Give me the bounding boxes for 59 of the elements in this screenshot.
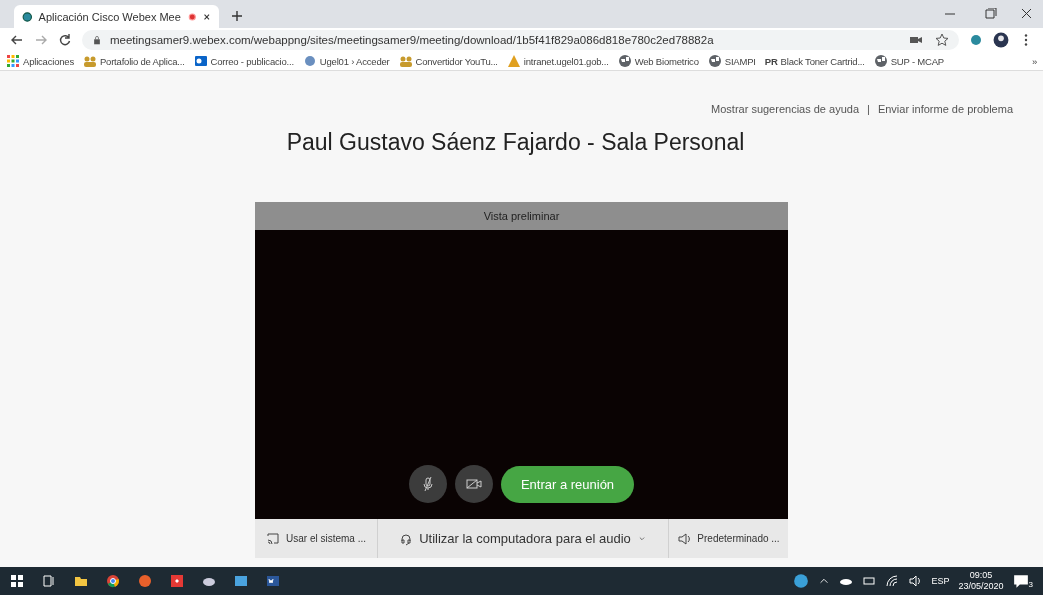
camera-button[interactable]	[454, 465, 493, 503]
url-text: meetingsamer9.webex.com/webappng/sites/meetingsamer9/meeting/download/1b5f41f829a086d818e780c2ed78882a	[110, 34, 714, 46]
bookmark-link[interactable]: Correo - publicacio...	[210, 55, 294, 67]
speaker-option[interactable]: Predeterminado ...	[668, 519, 788, 558]
bookmark-link[interactable]: Web Biometrico	[634, 55, 699, 67]
bookmark-link[interactable]: intranet.ugel01.gob...	[523, 55, 609, 67]
star-icon	[935, 33, 949, 47]
page-title: Paul Gustavo Sáenz Fajardo - Sala Personal	[286, 129, 745, 156]
notification-count: 3	[1028, 580, 1033, 589]
bookmark-link[interactable]: SUP - MCAP	[890, 55, 944, 67]
cast-icon	[266, 531, 280, 546]
more-bookmarks[interactable]: »	[1031, 55, 1037, 67]
folder-icon	[74, 574, 88, 588]
clock[interactable]: 09:05 23/05/2020	[958, 570, 1004, 592]
bookmark-link[interactable]: Aplicaciones	[23, 55, 74, 67]
headset-icon	[399, 531, 414, 546]
help-link[interactable]: Mostrar sugerencias de ayuda	[711, 103, 859, 115]
camera-off-icon	[464, 476, 483, 492]
report-link[interactable]: Enviar informe de problema	[877, 103, 1013, 115]
app-icon	[170, 574, 184, 588]
sphere-icon	[302, 54, 317, 68]
back-icon	[10, 33, 24, 47]
start-icon	[10, 574, 24, 588]
new-tab-icon[interactable]	[231, 10, 243, 22]
tab-title: Aplicación Cisco Webex Mee	[38, 10, 181, 23]
separator-text: |	[867, 103, 870, 115]
bookmark-logo: PR	[764, 55, 778, 67]
system-option[interactable]: Usar el sistema ...	[255, 519, 377, 558]
close-icon[interactable]	[203, 11, 211, 22]
chrome-icon	[106, 574, 120, 588]
bookmark-link[interactable]: Ugel01 › Acceder	[319, 55, 390, 67]
word-icon	[266, 574, 280, 588]
webex-icon	[22, 9, 33, 24]
language-indicator[interactable]: ESP	[931, 576, 950, 586]
wifi-icon	[885, 574, 900, 588]
preview-header: Vista preliminar	[255, 202, 788, 230]
notification-icon	[1012, 573, 1029, 589]
help-icon	[793, 573, 810, 589]
task-view-icon	[42, 574, 56, 588]
forward-icon	[34, 33, 48, 47]
bookmark-link[interactable]: SIAMPI	[724, 55, 756, 67]
battery-icon	[862, 574, 877, 588]
apps-icon	[6, 54, 20, 68]
bookmark-link[interactable]: Portafolio de Aplica...	[99, 55, 185, 67]
mute-button[interactable]	[408, 465, 447, 503]
people-icon	[398, 54, 413, 68]
volume-icon	[908, 574, 923, 588]
address-field[interactable]: meetingsamer9.webex.com/webappng/sites/meetingsamer9/meeting/download/1b5f41f829a086d818e780c2ed78882a	[82, 30, 959, 50]
pyramid-icon	[506, 54, 521, 68]
speaker-icon	[677, 531, 692, 546]
people-icon	[82, 54, 97, 68]
bookmark-link[interactable]: Convertidor YouTu...	[415, 55, 498, 67]
browser-tab[interactable]: Aplicación Cisco Webex Mee	[14, 5, 219, 28]
avatar-icon	[993, 32, 1009, 48]
lock-icon	[92, 35, 102, 45]
audio-dropdown[interactable]: Utilizar la computadora para el audio	[377, 519, 668, 558]
extension-icon	[969, 33, 983, 47]
bookmark-link[interactable]: Black Toner Cartrid...	[780, 55, 865, 67]
reload-icon	[58, 33, 72, 47]
